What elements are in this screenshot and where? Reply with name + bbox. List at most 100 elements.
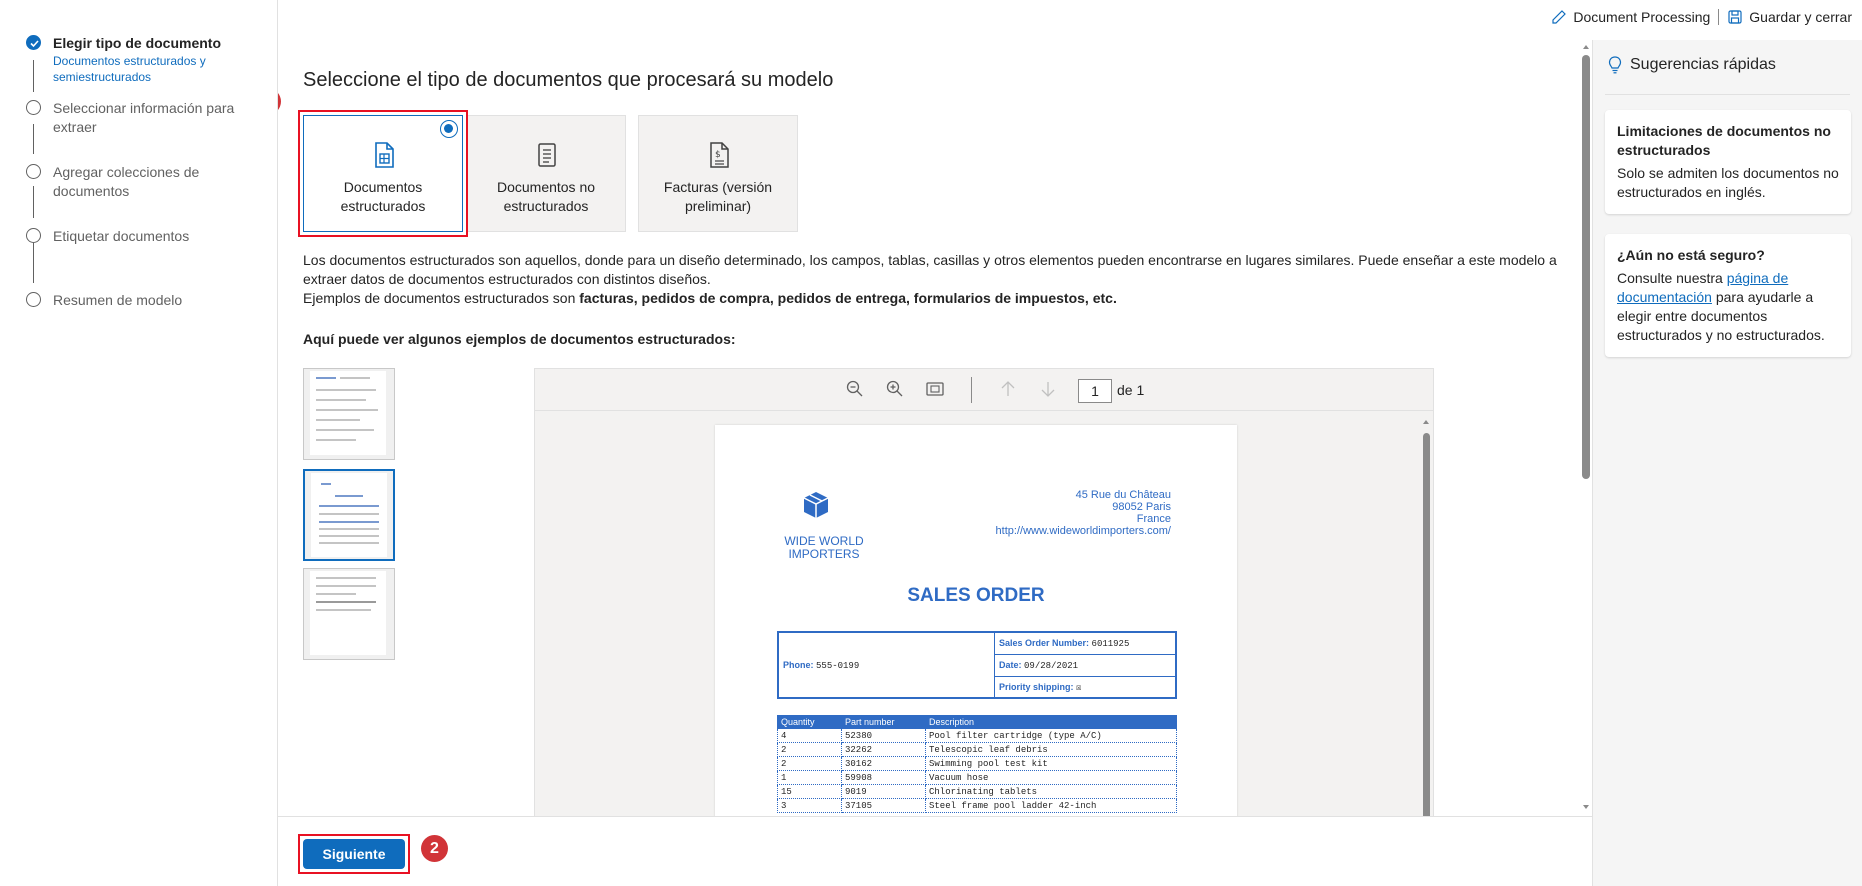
cell: 37105 (841, 798, 926, 813)
order-number-value: 6011925 (1091, 639, 1130, 649)
table-row: 2 30162 Swimming pool test kit (777, 756, 1177, 771)
unstructured-document-icon (538, 143, 556, 167)
cell: 2 (777, 742, 842, 757)
annotation-highlight (298, 834, 410, 874)
step-circle-icon (26, 164, 41, 179)
step-circle-icon (26, 100, 41, 115)
scroll-up-icon[interactable] (1421, 417, 1431, 427)
app-root: { "stepper": { "steps": [ {"label": "Ele… (0, 0, 1862, 886)
stepper-connector (33, 124, 34, 154)
wizard-stepper: Elegir tipo de documento Documentos estr… (0, 0, 278, 886)
address-line: 98052 Paris (1112, 501, 1171, 513)
stepper-connector (33, 186, 34, 218)
main-content: Seleccione el tipo de documentos que pro… (278, 40, 1592, 816)
doc-type-label: Documentos no estructurados (496, 179, 596, 214)
toolbar-divider (971, 377, 972, 403)
date-label: Date: (999, 660, 1022, 670)
description-examples-bold: facturas, pedidos de compra, pedidos de … (579, 290, 1117, 306)
column-header: Part number (841, 715, 926, 729)
table-row: 4 52380 Pool filter cartridge (type A/C) (777, 728, 1177, 743)
cell: 2 (777, 756, 842, 771)
cell: Pool filter cartridge (type A/C) (925, 728, 1177, 743)
page-number-input[interactable]: 1 (1078, 379, 1112, 403)
cell: 32262 (841, 742, 926, 757)
example-thumbnail[interactable] (303, 368, 395, 460)
column-header: Description (925, 715, 1177, 729)
save-and-close-label: Guardar y cerrar (1749, 9, 1852, 25)
tip-title: Limitaciones de documentos no estructura… (1617, 123, 1831, 158)
scroll-up-icon[interactable] (1581, 42, 1591, 52)
cell: 30162 (841, 756, 926, 771)
stepper-connector (33, 60, 34, 92)
examples-label: Aquí puede ver algunos ejemplos de docum… (303, 331, 736, 347)
main-scrollbar[interactable] (1579, 40, 1592, 816)
cell: 9019 (841, 784, 926, 799)
column-header: Quantity (777, 715, 842, 729)
model-name: Document Processing (1573, 9, 1711, 25)
cell: Telescopic leaf debris (925, 742, 1177, 757)
cell: 4 (777, 728, 842, 743)
document-title: SALES ORDER (907, 585, 1045, 606)
footer: Siguiente 2 (278, 816, 1592, 886)
scroll-down-icon[interactable] (1581, 802, 1591, 812)
page-title: Seleccione el tipo de documentos que pro… (303, 69, 834, 91)
zoom-in-icon[interactable] (885, 379, 905, 399)
company-website: http://www.wideworldimporters.com/ (995, 525, 1171, 537)
phone-value: 555-0199 (816, 661, 860, 671)
document-viewer: 1 de 1 WIDE WORLD IMPORTERS 45 Rue du Ch… (534, 368, 1434, 816)
save-icon (1728, 10, 1742, 24)
document-page: WIDE WORLD IMPORTERS 45 Rue du Château 9… (715, 425, 1237, 816)
cell: 3 (777, 798, 842, 813)
company-logo-icon (803, 492, 829, 518)
step-circle-icon (26, 292, 41, 307)
priority-label: Priority shipping: (999, 682, 1074, 692)
viewer-scrollbar[interactable] (1421, 417, 1431, 816)
divider (1718, 9, 1720, 25)
zoom-out-icon[interactable] (845, 379, 865, 399)
cell: Chlorinating tablets (925, 784, 1177, 799)
save-and-close-button[interactable]: Guardar y cerrar (1727, 9, 1852, 25)
cell: 52380 (841, 728, 926, 743)
cell: 59908 (841, 770, 926, 785)
step-label: Agregar colecciones de documentos (53, 164, 200, 199)
tip-body: Consulte nuestra página de documentación… (1617, 269, 1839, 345)
date-row: Date: 09/28/2021 (995, 655, 1175, 677)
order-number-row: Sales Order Number: 6011925 (995, 633, 1175, 655)
description-line: Los documentos estructurados son aquello… (303, 252, 1557, 287)
fit-page-icon[interactable] (925, 379, 945, 399)
description: Los documentos estructurados son aquello… (303, 251, 1573, 308)
priority-value: ☒ (1076, 683, 1082, 693)
tip-card: Limitaciones de documentos no estructura… (1605, 110, 1851, 214)
step-circle-icon (26, 228, 41, 243)
phone-label: Phone: (783, 660, 814, 670)
doc-type-label: Facturas (versión preliminar) (663, 179, 773, 214)
rename-model-button[interactable]: Document Processing (1551, 9, 1710, 25)
description-examples-prefix: Ejemplos de documentos estructurados son (303, 290, 580, 306)
scrollbar-thumb[interactable] (1582, 55, 1590, 479)
scrollbar-thumb[interactable] (1423, 433, 1430, 816)
invoice-icon: $ (710, 142, 729, 168)
tip-body: Solo se admiten los documentos no estruc… (1617, 165, 1839, 200)
doc-type-invoices[interactable]: $ Facturas (versión preliminar) (638, 115, 798, 232)
tip-title: ¿Aún no está seguro? (1617, 247, 1765, 263)
date-value: 09/28/2021 (1024, 661, 1079, 671)
arrow-up-icon[interactable] (998, 379, 1018, 399)
thumbnail-page (310, 571, 386, 655)
step-sublabel: Documentos estructurados y semiestructur… (53, 54, 206, 84)
cell: Swimming pool test kit (925, 756, 1177, 771)
checkmark-icon (26, 35, 41, 50)
thumbnail-page (310, 371, 386, 455)
items-header-row: Quantity Part number Description (777, 715, 1177, 729)
step-label: Elegir tipo de documento (53, 35, 222, 51)
example-thumbnail-selected[interactable] (303, 469, 395, 561)
step-label: Etiquetar documentos (53, 228, 190, 244)
lightbulb-icon (1608, 56, 1622, 74)
company-name: WIDE WORLD IMPORTERS (784, 534, 864, 561)
arrow-down-icon[interactable] (1038, 379, 1058, 399)
annotation-badge: 1 (278, 88, 281, 115)
doc-type-unstructured[interactable]: Documentos no estructurados (466, 115, 626, 232)
table-row: 1 59908 Vacuum hose (777, 770, 1177, 785)
example-thumbnail[interactable] (303, 568, 395, 660)
pencil-icon (1552, 10, 1567, 24)
priority-row: Priority shipping: ☒ (995, 677, 1175, 699)
